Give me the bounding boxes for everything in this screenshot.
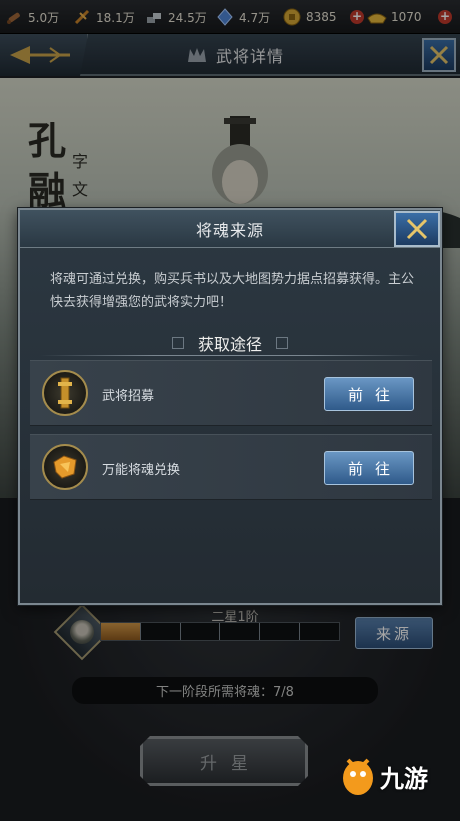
progress-segment: [220, 623, 261, 640]
mascot-logo-icon: [343, 758, 373, 795]
progress-segment: [101, 623, 141, 640]
progress-segment: [260, 623, 301, 640]
ornament-left-icon: [171, 337, 184, 349]
go-exchange-button[interactable]: 前往: [324, 451, 414, 485]
soul-source-dialog: 将魂来源 将魂可通过兑换，购买兵书以及大地图势力据点招募获得。主公快去获得增强您…: [18, 208, 442, 605]
dialog-title: 将魂来源: [195, 220, 264, 240]
dialog-description: 将魂可通过兑换，购买兵书以及大地图势力据点招募获得。主公快去获得增强您的武将实力…: [50, 272, 415, 310]
close-dialog-button[interactable]: [394, 211, 440, 247]
dialog-header: 将魂来源: [20, 210, 440, 248]
progress-segment: [181, 623, 221, 640]
go-recruit-button[interactable]: 前往: [324, 377, 414, 411]
section-divider: [40, 355, 420, 356]
route-label: 万能将魂兑换: [102, 462, 181, 478]
watermark: 九游: [340, 746, 455, 806]
recruit-scroll-icon: [42, 370, 88, 416]
ornament-right-icon: [276, 337, 288, 349]
route-item-recruit: 武将招募 前往: [30, 360, 432, 426]
progress-segment: [300, 623, 339, 640]
section-heading: 获取途径: [30, 330, 430, 356]
soul-progress-bar: [100, 622, 340, 641]
route-label: 武将招募: [102, 388, 155, 404]
route-item-exchange: 万能将魂兑换 前往: [30, 434, 432, 500]
progress-segment: [141, 623, 181, 640]
universal-soul-icon: [42, 444, 88, 490]
close-icon: [406, 218, 428, 240]
